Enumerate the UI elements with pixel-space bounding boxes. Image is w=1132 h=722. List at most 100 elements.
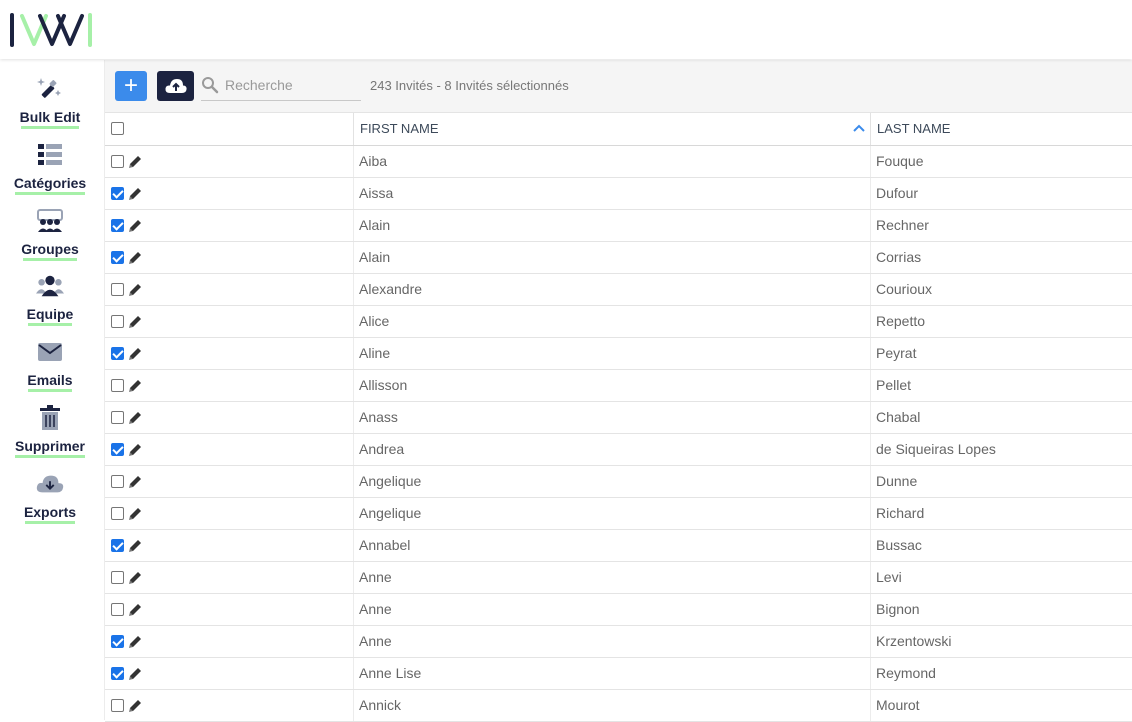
row-checkbox[interactable] bbox=[111, 667, 124, 680]
row-checkbox[interactable] bbox=[111, 699, 124, 712]
team-icon bbox=[36, 273, 64, 299]
pencil-icon[interactable] bbox=[128, 635, 142, 654]
sidebar-item-delete[interactable]: Supprimer bbox=[0, 393, 100, 458]
first-name-cell: Anass bbox=[359, 409, 398, 425]
pencil-icon[interactable] bbox=[128, 379, 142, 398]
ivvi-logo[interactable] bbox=[9, 13, 93, 52]
table-row[interactable]: Annick Mourot bbox=[105, 690, 1132, 722]
table-row[interactable]: Anne Levi bbox=[105, 562, 1132, 594]
column-divider bbox=[870, 498, 871, 529]
last-name-cell: Pellet bbox=[876, 377, 912, 393]
table-row[interactable]: Aiba Fouque bbox=[105, 146, 1132, 178]
sidebar-item-bulk-edit[interactable]: Bulk Edit bbox=[0, 64, 100, 129]
table-row[interactable]: Angelique Dunne bbox=[105, 466, 1132, 498]
first-name-cell: Alain bbox=[359, 217, 391, 233]
table-row[interactable]: Alice Repetto bbox=[105, 306, 1132, 338]
sidebar-item-label: Catégories bbox=[13, 175, 87, 191]
first-name-cell: Anne bbox=[359, 569, 392, 585]
row-checkbox[interactable] bbox=[111, 379, 124, 392]
pencil-icon[interactable] bbox=[128, 443, 142, 462]
search-input[interactable] bbox=[225, 74, 355, 96]
row-checkbox[interactable] bbox=[111, 539, 124, 552]
row-checkbox[interactable] bbox=[111, 571, 124, 584]
first-name-cell: Allisson bbox=[359, 377, 408, 393]
column-header-last-name[interactable]: LAST NAME bbox=[870, 113, 1132, 145]
pencil-icon[interactable] bbox=[128, 219, 142, 238]
last-name-cell: Chabal bbox=[876, 409, 921, 425]
table-row[interactable]: Aissa Dufour bbox=[105, 178, 1132, 210]
table-row[interactable]: Anne Krzentowski bbox=[105, 626, 1132, 658]
column-divider bbox=[870, 626, 871, 657]
sidebar-item-emails[interactable]: Emails bbox=[0, 327, 100, 392]
table-row[interactable]: Anne Bignon bbox=[105, 594, 1132, 626]
column-divider bbox=[353, 242, 354, 273]
pencil-icon[interactable] bbox=[128, 251, 142, 270]
envelope-icon bbox=[36, 339, 64, 365]
pencil-icon[interactable] bbox=[128, 507, 142, 526]
row-checkbox[interactable] bbox=[111, 283, 124, 296]
pencil-icon[interactable] bbox=[128, 283, 142, 302]
pencil-icon[interactable] bbox=[128, 539, 142, 558]
pencil-icon[interactable] bbox=[128, 571, 142, 590]
row-checkbox[interactable] bbox=[111, 603, 124, 616]
table-row[interactable]: Angelique Richard bbox=[105, 498, 1132, 530]
first-name-cell: Anne bbox=[359, 601, 392, 617]
pencil-icon[interactable] bbox=[128, 187, 142, 206]
row-checkbox[interactable] bbox=[111, 315, 124, 328]
row-checkbox[interactable] bbox=[111, 251, 124, 264]
last-name-cell: de Siqueiras Lopes bbox=[876, 441, 996, 457]
row-checkbox[interactable] bbox=[111, 475, 124, 488]
table-row[interactable]: Andrea de Siqueiras Lopes bbox=[105, 434, 1132, 466]
row-checkbox[interactable] bbox=[111, 635, 124, 648]
row-checkbox[interactable] bbox=[111, 187, 124, 200]
pencil-icon[interactable] bbox=[128, 475, 142, 494]
pencil-icon[interactable] bbox=[128, 411, 142, 430]
row-checkbox[interactable] bbox=[111, 507, 124, 520]
table-row[interactable]: Aline Peyrat bbox=[105, 338, 1132, 370]
pencil-icon[interactable] bbox=[128, 667, 142, 686]
pencil-icon[interactable] bbox=[128, 155, 142, 174]
last-name-cell: Dunne bbox=[876, 473, 918, 489]
pencil-icon[interactable] bbox=[128, 603, 142, 622]
column-divider bbox=[353, 498, 354, 529]
sidebar-item-label: Exports bbox=[23, 504, 77, 520]
sidebar-item-team[interactable]: Equipe bbox=[0, 261, 100, 326]
row-checkbox[interactable] bbox=[111, 347, 124, 360]
upload-button[interactable] bbox=[157, 71, 194, 101]
table-row[interactable]: Alain Rechner bbox=[105, 210, 1132, 242]
sidebar-item-categories[interactable]: Catégories bbox=[0, 130, 100, 195]
table-row[interactable]: Annabel Bussac bbox=[105, 530, 1132, 562]
cloud-upload-icon bbox=[164, 79, 187, 93]
sort-ascending-icon[interactable] bbox=[852, 113, 866, 145]
sidebar-item-exports[interactable]: Exports bbox=[0, 459, 100, 524]
column-divider bbox=[353, 466, 354, 497]
add-button[interactable]: + bbox=[115, 71, 147, 101]
table-row[interactable]: Alain Corrias bbox=[105, 242, 1132, 274]
table-row[interactable]: Alexandre Courioux bbox=[105, 274, 1132, 306]
select-all-checkbox[interactable] bbox=[111, 122, 124, 135]
last-name-cell: Repetto bbox=[876, 313, 926, 329]
row-checkbox[interactable] bbox=[111, 219, 124, 232]
column-divider bbox=[870, 530, 871, 561]
column-divider bbox=[353, 626, 354, 657]
table-row[interactable]: Anne Lise Reymond bbox=[105, 658, 1132, 690]
magic-wand-icon bbox=[36, 76, 64, 102]
column-divider bbox=[870, 658, 871, 689]
pencil-icon[interactable] bbox=[128, 699, 142, 718]
column-divider bbox=[870, 242, 871, 273]
table-row[interactable]: Allisson Pellet bbox=[105, 370, 1132, 402]
row-checkbox[interactable] bbox=[111, 443, 124, 456]
column-divider bbox=[353, 338, 354, 369]
column-header-first-name[interactable]: FIRST NAME bbox=[353, 113, 870, 145]
row-checkbox[interactable] bbox=[111, 155, 124, 168]
column-divider bbox=[353, 434, 354, 465]
row-checkbox[interactable] bbox=[111, 411, 124, 424]
sidebar-item-groups[interactable]: Groupes bbox=[0, 196, 100, 261]
pencil-icon[interactable] bbox=[128, 315, 142, 334]
first-name-cell: Alain bbox=[359, 249, 391, 265]
column-divider bbox=[870, 178, 871, 209]
table-row[interactable]: Anass Chabal bbox=[105, 402, 1132, 434]
pencil-icon[interactable] bbox=[128, 347, 142, 366]
last-name-cell: Reymond bbox=[876, 665, 936, 681]
sidebar-underline bbox=[28, 389, 72, 392]
